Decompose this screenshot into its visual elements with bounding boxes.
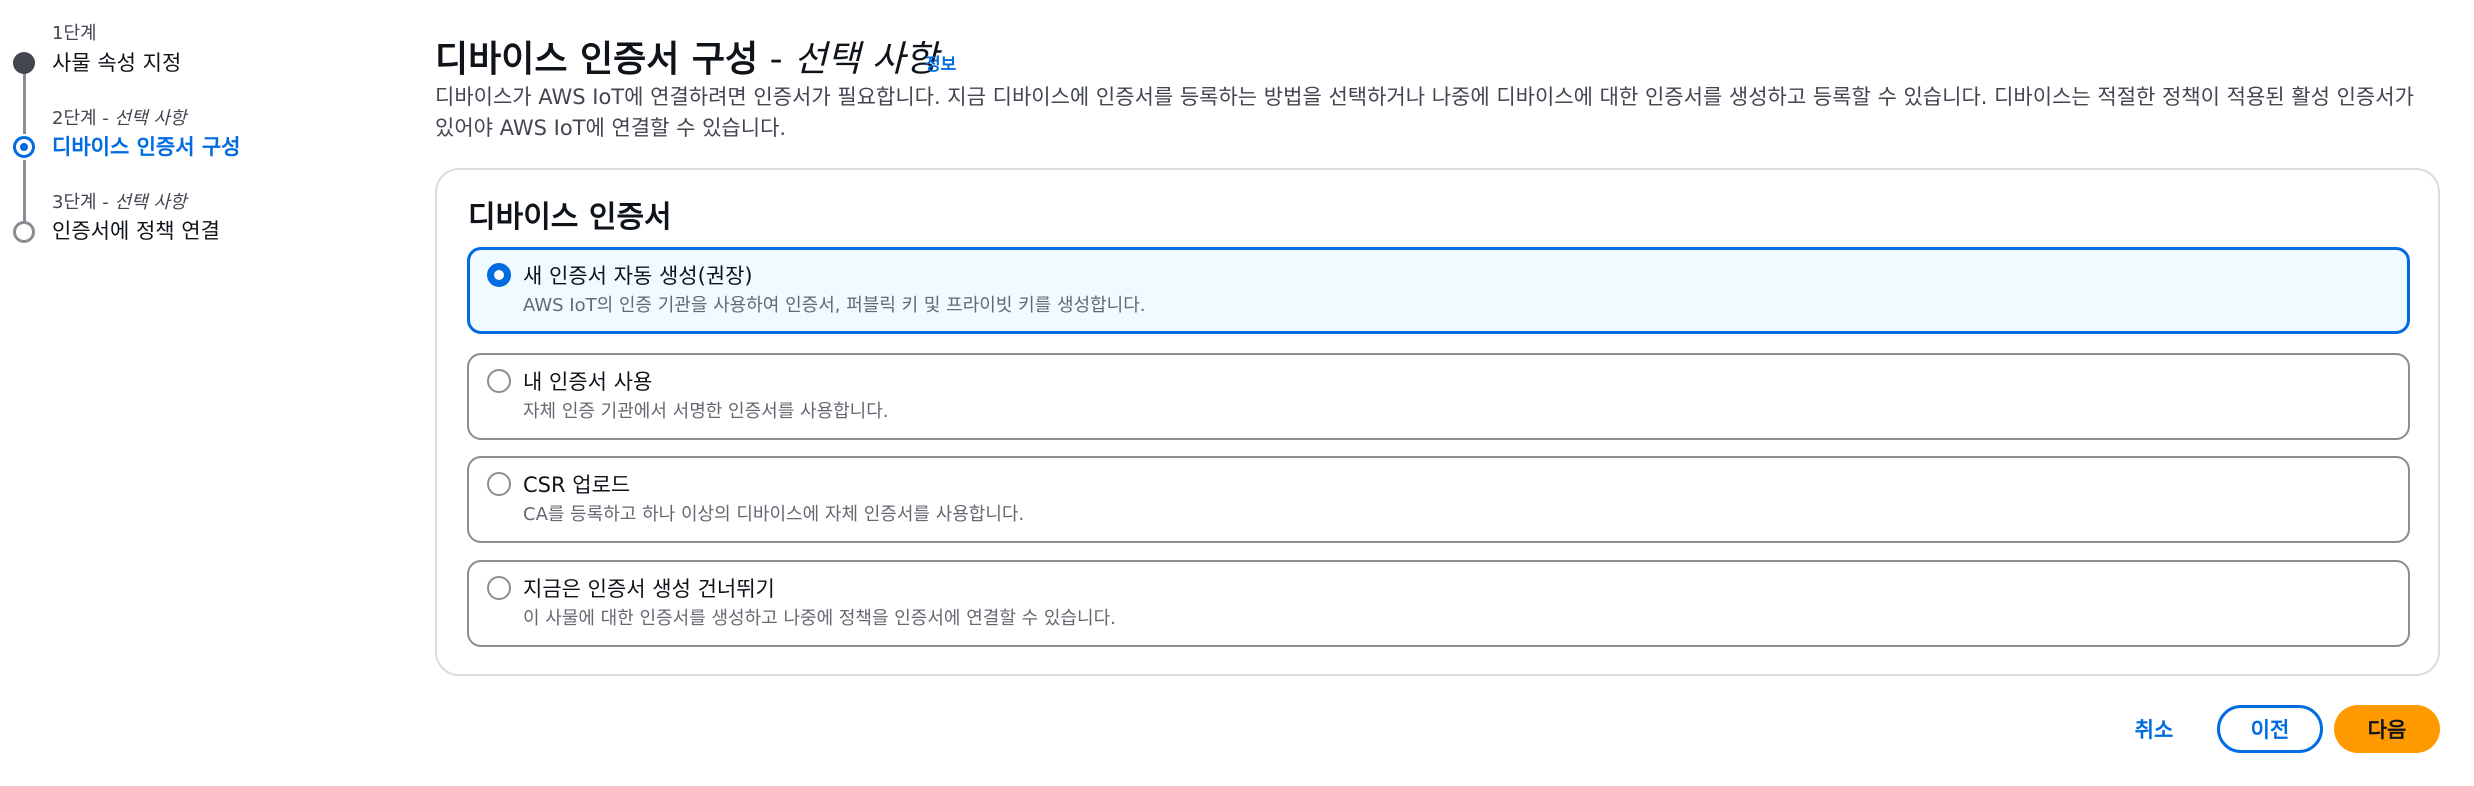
step-2-number: 2단계 - 선택 사항 [52,108,187,129]
option-description: AWS IoT의 인증 기관을 사용하여 인증서, 퍼블릭 키 및 프라이빗 키… [523,295,1146,316]
step-3-optional: 선택 사항 [114,192,187,213]
step-connector [23,160,26,224]
page-description: 디바이스가 AWS IoT에 연결하려면 인증서가 필요합니다. 지금 디바이스… [435,85,2414,140]
step-1-link[interactable]: 사물 속성 지정 [52,47,181,77]
previous-button[interactable]: 이전 [2217,705,2323,753]
step-2-title: 디바이스 인증서 구성 [52,135,241,159]
info-link[interactable]: 정보 [925,50,956,75]
step-connector [23,70,26,134]
cancel-button[interactable]: 취소 [2118,709,2190,749]
option-skip-certificate[interactable]: 지금은 인증서 생성 건너뛰기 이 사물에 대한 인증서를 생성하고 나중에 정… [467,560,2410,647]
radio-button-selected[interactable] [487,263,511,287]
option-label: 지금은 인증서 생성 건너뛰기 [523,577,775,601]
option-label: 새 인증서 자동 생성(권장) [523,264,753,288]
step-3-title: 인증서에 정책 연결 [52,219,220,243]
option-description: 이 사물에 대한 인증서를 생성하고 나중에 정책을 인증서에 연결할 수 있습… [523,608,1116,629]
option-description: CA를 등록하고 하나 이상의 디바이스에 자체 인증서를 사용합니다. [523,504,1025,525]
option-label: 내 인증서 사용 [523,370,653,394]
step-2-current-icon [13,136,35,158]
step-3-pending-icon [13,221,35,243]
radio-button[interactable] [487,369,511,393]
page: 1단계 사물 속성 지정 2단계 - 선택 사항 디바이스 인증서 구성 3단계… [0,0,2474,786]
option-description: 자체 인증 기관에서 서명한 인증서를 사용합니다. [523,401,889,422]
option-upload-csr[interactable]: CSR 업로드 CA를 등록하고 하나 이상의 디바이스에 자체 인증서를 사용… [467,456,2410,543]
radio-button[interactable] [487,576,511,600]
option-use-my-certificate[interactable]: 내 인증서 사용 자체 인증 기관에서 서명한 인증서를 사용합니다. [467,353,2410,440]
step-1-number: 1단계 [52,23,97,44]
radio-button[interactable] [487,472,511,496]
container-title: 디바이스 인증서 [468,200,672,235]
step-3-number: 3단계 - 선택 사항 [52,192,187,213]
step-2-optional: 선택 사항 [114,108,187,129]
option-label: CSR 업로드 [523,473,631,497]
device-certificate-container: 디바이스 인증서 새 인증서 자동 생성(권장) AWS IoT의 인증 기관을… [435,168,2440,676]
option-auto-generate-certificate[interactable]: 새 인증서 자동 생성(권장) AWS IoT의 인증 기관을 사용하여 인증서… [467,247,2410,334]
next-button[interactable]: 다음 [2334,705,2440,753]
wizard-steps: 1단계 사물 속성 지정 2단계 - 선택 사항 디바이스 인증서 구성 3단계… [0,0,400,786]
optional-label: 선택 사항 [794,39,938,80]
page-title: 디바이스 인증서 구성 - 선택 사항 [435,39,938,80]
step-1-completed-icon [13,52,35,74]
